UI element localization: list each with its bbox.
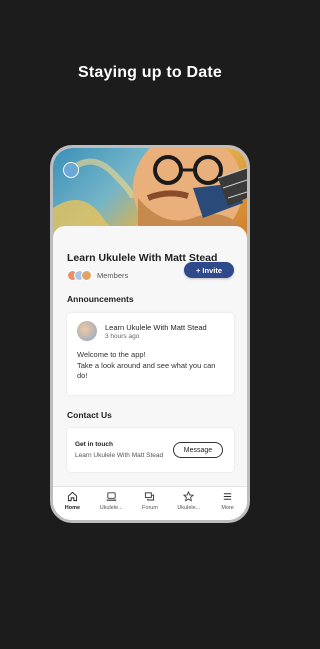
tab-label: Ukulele... (177, 505, 201, 511)
star-icon (183, 491, 195, 502)
members-row[interactable]: Members (67, 270, 128, 281)
post-body-text: Welcome to the app! Take a look around a… (77, 350, 216, 380)
tab-label: More (221, 505, 234, 511)
contact-subtitle: Learn Ukulele With Matt Stead (75, 452, 164, 459)
member-avatar (81, 270, 92, 281)
announcement-card[interactable]: Learn Ukulele With Matt Stead 3 hours ag… (67, 313, 234, 395)
contact-title: Contact Us (67, 410, 112, 420)
members-label: Members (97, 271, 129, 280)
tab-more[interactable]: More (208, 487, 247, 520)
message-button[interactable]: Message (173, 442, 223, 458)
home-icon (67, 491, 77, 502)
tab-home[interactable]: Home (53, 487, 92, 520)
group-sheet: Learn Ukulele With Matt Stead Members + … (53, 226, 247, 486)
post-author-avatar (77, 321, 97, 341)
tab-ukulele-course[interactable]: Ukulele... (92, 487, 131, 520)
invite-button[interactable]: + Invite (184, 262, 234, 278)
chat-icon (145, 492, 155, 501)
headline: Staying up to Date (77, 64, 223, 81)
tab-label: Ukulele... (99, 505, 123, 511)
post-body: Welcome to the app! Take a look around a… (77, 350, 227, 382)
phone-frame: Learn Ukulele With Matt Stead Members + … (50, 145, 250, 523)
menu-icon (223, 493, 232, 500)
bottom-tab-bar: Home Ukulele... Forum Ukulele... More (53, 486, 247, 520)
contact-card: Get in touch Learn Ukulele With Matt Ste… (67, 428, 234, 472)
app-logo-icon (63, 162, 79, 178)
laptop-icon (106, 492, 116, 501)
announcements-title: Announcements (67, 294, 134, 304)
post-author: Learn Ukulele With Matt Stead (105, 323, 207, 332)
app-screen: Learn Ukulele With Matt Stead Members + … (53, 148, 247, 520)
tab-label: Home (64, 505, 81, 511)
tab-ukulele-favorites[interactable]: Ukulele... (169, 487, 208, 520)
tab-forum[interactable]: Forum (131, 487, 170, 520)
contact-heading: Get in touch (75, 441, 113, 448)
tab-label: Forum (142, 505, 158, 511)
post-time: 3 hours ago (105, 333, 140, 340)
